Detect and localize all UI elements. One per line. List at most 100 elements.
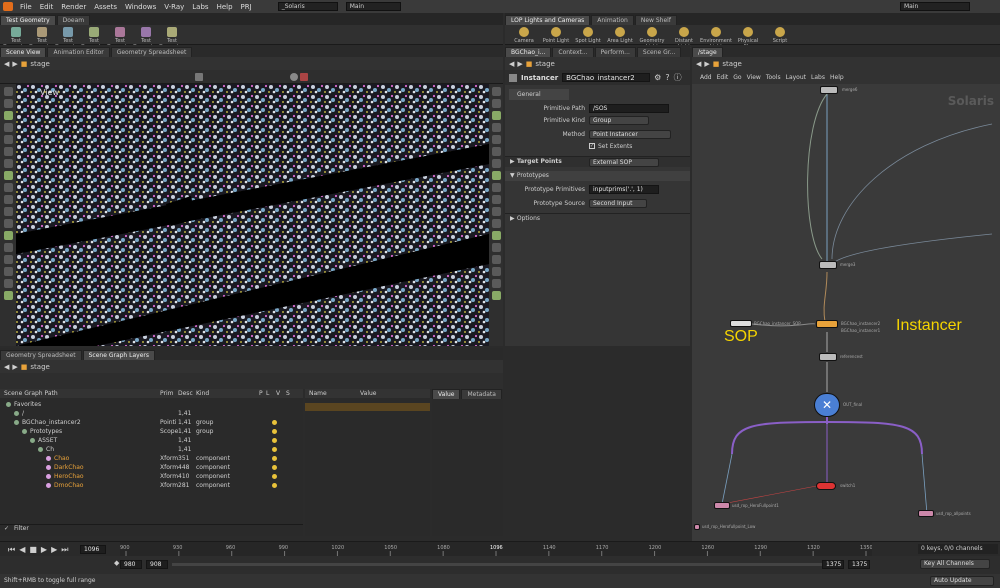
sg-forward-icon[interactable]: ▶	[12, 363, 17, 371]
primitive-path-field[interactable]: /SOS	[589, 104, 669, 113]
attr-selected-row[interactable]	[305, 403, 430, 411]
shelf-tab-doeam[interactable]: Doeam	[56, 15, 91, 25]
set-extents-checkbox[interactable]: ✓	[589, 143, 595, 149]
sg-row[interactable]: Favorites	[0, 400, 300, 409]
visibility-icon[interactable]	[272, 474, 277, 479]
node-sop-import[interactable]	[730, 320, 752, 327]
start-frame-b[interactable]: 908	[146, 560, 168, 569]
houdini-logo-icon[interactable]	[3, 2, 13, 11]
left-tool-icon[interactable]	[3, 207, 13, 216]
sg-row[interactable]: HeroChao Xform 410 component	[0, 472, 300, 481]
prototypes-header[interactable]: ▼ Prototypes	[505, 171, 690, 181]
visibility-icon[interactable]	[272, 483, 277, 488]
right-tool-icon[interactable]	[491, 123, 501, 132]
sg-row[interactable]: Prototypes Scope 1,41 group	[0, 427, 300, 436]
node-out-final[interactable]: ✕	[814, 393, 840, 417]
desktop-select[interactable]: _Solaris	[277, 2, 338, 11]
gear-icon[interactable]: ⚙	[654, 73, 661, 82]
left-tool-icon[interactable]	[3, 219, 13, 228]
left-tool-icon[interactable]	[3, 231, 13, 240]
tab-geometry-spreadsheet[interactable]: Geometry Spreadsheet	[110, 47, 193, 57]
sg-stage-path[interactable]: stage	[30, 363, 49, 371]
right-tool-icon[interactable]	[491, 255, 501, 264]
net-forward-icon[interactable]: ▶	[704, 60, 709, 68]
network-canvas[interactable]: Solaris merge6 merge3 BGChao_instancer_S…	[692, 84, 1000, 541]
right-tool-icon[interactable]	[491, 159, 501, 168]
shelf-tab-lop-lights[interactable]: LOP Lights and Cameras	[505, 15, 591, 25]
net-menu-go[interactable]: Go	[733, 74, 741, 81]
tab-scene-graph-layers[interactable]: Scene Graph Layers	[82, 350, 155, 360]
node-rop1[interactable]	[714, 502, 730, 509]
left-tool-icon[interactable]	[3, 255, 13, 264]
right-tool-icon[interactable]	[491, 111, 501, 120]
net-menu-add[interactable]: Add	[700, 74, 712, 81]
main-select-right[interactable]: Main	[900, 2, 970, 11]
sg-row[interactable]: / 1,41	[0, 409, 300, 418]
right-tool-icon[interactable]	[491, 87, 501, 96]
tab-value[interactable]: Value	[432, 389, 461, 399]
jump-end-icon[interactable]: ⏭	[61, 545, 68, 555]
tab-animation-editor[interactable]: Animation Editor	[47, 47, 110, 57]
sg-row[interactable]: DarkChao Xform 448 component	[0, 463, 300, 472]
frame-field[interactable]: 1096	[80, 545, 106, 554]
shelf-tool-right-1[interactable]: Point Light	[541, 27, 571, 44]
right-tool-icon[interactable]	[491, 183, 501, 192]
attr-col-value[interactable]: Value	[360, 390, 376, 397]
left-tool-icon[interactable]	[3, 147, 13, 156]
viewport-camera-icon[interactable]	[290, 73, 298, 81]
proto-source-menu[interactable]: Second Input	[589, 199, 647, 208]
auto-update-button[interactable]: Auto Update	[930, 576, 994, 586]
sg-row[interactable]: Chao Xform 351 component	[0, 454, 300, 463]
method-menu[interactable]: Point Instancer	[589, 130, 671, 139]
sg-col-path[interactable]: Scene Graph Path	[4, 390, 58, 397]
main-select[interactable]: Main	[345, 2, 401, 11]
sg-back-icon[interactable]: ◀	[4, 363, 9, 371]
menu-edit[interactable]: Edit	[36, 3, 58, 11]
param-forward-icon[interactable]: ▶	[517, 60, 522, 68]
menu-prj[interactable]: PRJ	[237, 3, 256, 11]
tab-scene-view[interactable]: Scene View	[0, 47, 47, 57]
menu-vray[interactable]: V-Ray	[160, 3, 188, 11]
help-icon[interactable]: ?	[665, 73, 669, 82]
sg-row[interactable]: DmoChao Xform 281 component	[0, 481, 300, 490]
param-stage-path[interactable]: stage	[535, 60, 554, 68]
target-points-header[interactable]: ▶ Target Points External SOP	[505, 156, 690, 167]
menu-assets[interactable]: Assets	[90, 3, 121, 11]
timeline-ruler[interactable]: 900 930 960 990 1020 1050 1080 1096 1140 1170 1200…	[120, 542, 872, 557]
tab-performance[interactable]: Perform...	[594, 47, 636, 57]
viewport-display-icon[interactable]	[195, 73, 203, 81]
net-menu-view[interactable]: View	[747, 74, 761, 81]
right-tool-icon[interactable]	[491, 267, 501, 276]
right-tool-icon[interactable]	[491, 195, 501, 204]
sg-col-prim[interactable]: Prim	[160, 390, 174, 397]
right-tool-icon[interactable]	[491, 171, 501, 180]
net-menu-labs[interactable]: Labs	[811, 74, 825, 81]
range-start-icon[interactable]: ◆	[114, 559, 119, 567]
tab-network-stage[interactable]: /stage	[692, 47, 723, 57]
left-tool-icon[interactable]	[3, 135, 13, 144]
primitive-kind-menu[interactable]: Group	[589, 116, 649, 125]
shelf-tab-test-geometry[interactable]: Test Geometry	[0, 15, 56, 25]
net-menu-tools[interactable]: Tools	[766, 74, 781, 81]
shelf-tool-right-0[interactable]: Camera	[509, 27, 539, 44]
tab-general[interactable]: General	[509, 89, 569, 100]
start-frame-a[interactable]: 980	[120, 560, 142, 569]
back-arrow-icon[interactable]: ◀	[4, 60, 9, 68]
left-tool-icon[interactable]	[3, 123, 13, 132]
info-icon[interactable]: ⓘ	[674, 72, 682, 83]
play-icon[interactable]: ▶	[41, 545, 47, 555]
network-stage-path[interactable]: stage	[722, 60, 741, 68]
node-merge3[interactable]	[819, 261, 837, 269]
tab-context[interactable]: Context...	[552, 47, 594, 57]
end-frame-a[interactable]: 1375	[822, 560, 844, 569]
shelf-tool-right-3[interactable]: Area Light	[605, 27, 635, 44]
right-tool-icon[interactable]	[491, 291, 501, 300]
left-tool-icon[interactable]	[3, 195, 13, 204]
node-rop3[interactable]	[918, 510, 934, 517]
visibility-icon[interactable]	[272, 447, 277, 452]
left-tool-icon[interactable]	[3, 243, 13, 252]
net-menu-layout[interactable]: Layout	[786, 74, 806, 81]
menu-windows[interactable]: Windows	[121, 3, 160, 11]
viewport-render-icon[interactable]	[300, 73, 308, 81]
sg-col-l[interactable]: L	[266, 390, 269, 397]
